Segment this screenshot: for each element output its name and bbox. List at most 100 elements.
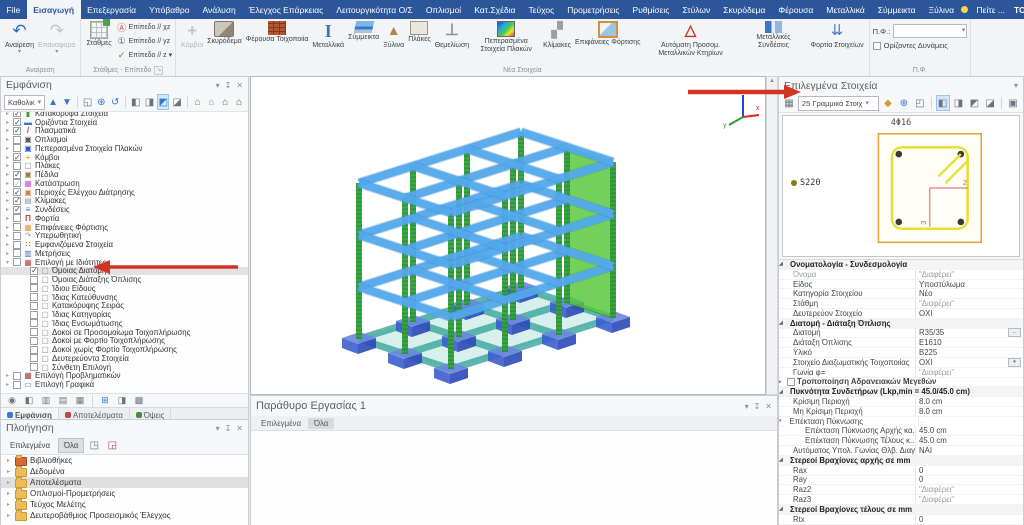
expander-icon[interactable]: ▸ <box>4 145 11 152</box>
panel-menu-icon[interactable]: ▾ <box>216 81 220 90</box>
collapse-icon[interactable]: ◢ <box>779 389 787 395</box>
expander-icon[interactable]: ▸ <box>4 215 11 222</box>
work-tab-Επιλεγμένα[interactable]: Επιλεγμένα <box>255 418 307 429</box>
visibility-checkbox[interactable] <box>30 354 38 362</box>
visibility-checkbox[interactable] <box>13 127 21 135</box>
visibility-checkbox[interactable] <box>30 276 38 284</box>
menu-tab-Σύμμεικτα[interactable]: Σύμμεικτα <box>871 0 922 19</box>
property-value[interactable]: 45.0 cm <box>915 426 1023 435</box>
model-green-icon[interactable]: ⌂ <box>192 94 204 110</box>
work-tab-Όλα[interactable]: Όλα <box>308 418 334 429</box>
visibility-checkbox[interactable] <box>13 223 21 231</box>
menu-tab-Τεύχος[interactable]: Τεύχος <box>522 0 561 19</box>
tree-item[interactable]: ▸Φορτία <box>1 214 248 223</box>
tree-item[interactable]: Δοκοί με Φορτίο Τοιχοπλήρωσης <box>1 337 248 346</box>
tree-item[interactable]: Ίδιας Ενσωμάτωσης <box>1 319 248 328</box>
visibility-checkbox[interactable] <box>13 214 21 222</box>
property-row[interactable]: Δευτερεύον ΣτοιχείοΟΧΙ <box>779 309 1023 319</box>
visibility-checkbox[interactable] <box>13 381 21 389</box>
property-value[interactable]: Νέο <box>915 289 1023 298</box>
close-icon[interactable]: ✕ <box>765 402 772 411</box>
fit-icon[interactable]: ⊞ <box>98 394 112 408</box>
property-row[interactable]: Rtx0 <box>779 515 1023 525</box>
expander-icon[interactable]: ▸ <box>4 127 11 134</box>
visibility-checkbox[interactable] <box>13 232 21 240</box>
menu-tab-Ξύλινα[interactable]: Ξύλινα <box>922 0 960 19</box>
tree-item[interactable]: ▸Πλασματικά <box>1 127 248 136</box>
visibility-checkbox[interactable] <box>13 372 21 380</box>
model-viewport[interactable]: xy <box>250 76 766 395</box>
expander-icon[interactable]: ▸ <box>4 171 11 178</box>
property-value[interactable]: 0 <box>915 466 1023 475</box>
tree-item[interactable]: ▸Πλάκες <box>1 162 248 171</box>
expander-icon[interactable]: ▸ <box>4 250 11 257</box>
tree-item[interactable]: ▸Συνδέσεις <box>1 205 248 214</box>
dialog-launcher-icon[interactable]: ↘ <box>154 66 163 75</box>
property-value[interactable]: 45.0 cm/45.0 cm <box>918 417 922 426</box>
visibility-checkbox[interactable] <box>13 118 21 126</box>
expander-icon[interactable]: ▸ <box>4 180 11 187</box>
panel-menu-icon[interactable]: ▾ <box>1014 81 1018 90</box>
tree-item[interactable]: ▸Οπλισμοί <box>1 135 248 144</box>
tree-item[interactable]: Ίδιας Κατεύθυνσης <box>1 293 248 302</box>
view-top-icon[interactable]: ◨ <box>952 95 966 111</box>
menu-tab-Σκυρόδεμα[interactable]: Σκυρόδεμα <box>717 0 772 19</box>
property-value[interactable]: 8.0 cm <box>915 397 1023 406</box>
visibility-checkbox[interactable] <box>30 346 38 354</box>
ribbon-button-slabs[interactable]: Πλάκες <box>406 20 433 44</box>
property-row[interactable]: Ray0 <box>779 476 1023 486</box>
visibility-checkbox[interactable] <box>13 241 21 249</box>
nav-item[interactable]: ▸Τεύχος Μελέτης <box>1 499 248 510</box>
window-icon[interactable]: ▤ <box>56 394 70 408</box>
tree-item[interactable]: Όμοιας Διατομής <box>1 267 248 276</box>
panel-menu-icon[interactable]: ▾ <box>745 402 749 411</box>
property-section-row[interactable]: ◢Στερεοί Βραχίονες τέλους σε mm <box>779 505 1023 515</box>
expander-icon[interactable]: ▸ <box>4 206 11 213</box>
property-row[interactable]: Επέκταση Πύκνωσης Τέλους κ...45.0 cm <box>779 436 1023 446</box>
property-row[interactable]: Στάθμη"Διαφέρει" <box>779 299 1023 309</box>
tree-item[interactable]: ▸Επιλογή Προβληματικών <box>1 372 248 381</box>
chevron-down-icon[interactable]: ▾ <box>55 50 58 55</box>
tree-item[interactable]: Κατακόρυφης Σειράς <box>1 302 248 311</box>
menu-tab-Ρυθμίσεις[interactable]: Ρυθμίσεις <box>626 0 676 19</box>
expander-icon[interactable]: ▸ <box>4 154 11 161</box>
zoom-extents-icon[interactable]: ⊕ <box>897 95 911 111</box>
view-iso-icon[interactable]: ◩ <box>967 95 981 111</box>
ribbon-button-autosteel[interactable]: Αυτόματη Προσομ. Μεταλλικών Κτηρίων <box>643 20 739 58</box>
expander-icon[interactable]: ▸ <box>4 224 11 231</box>
tree-item[interactable]: ▸Επιφάνειες Φόρτισης <box>1 223 248 232</box>
expander-icon[interactable]: ▸ <box>5 479 12 486</box>
pin-icon[interactable]: ↧ <box>754 402 761 411</box>
property-value[interactable]: "Διαφέρει" <box>915 270 1023 279</box>
copy-icon[interactable]: ▣ <box>1006 95 1020 111</box>
ribbon-button-steel[interactable]: Μεταλλικά <box>310 20 346 50</box>
close-icon[interactable]: ✕ <box>236 81 243 90</box>
visibility-checkbox[interactable] <box>30 363 38 371</box>
visibility-checkbox[interactable] <box>30 337 38 345</box>
nav-item[interactable]: ▸Οπλισμοί-Προμετρήσεις <box>1 488 248 499</box>
tree-item[interactable]: ▸Υπερωθητική <box>1 232 248 241</box>
expander-icon[interactable]: ▸ <box>779 379 787 385</box>
property-section-row[interactable]: ◢Πυκνότητα Συνδετήρων (Lkp,min = 45.0/45… <box>779 387 1023 397</box>
property-row[interactable]: Μη Κρίσιμη Περιοχή8.0 cm <box>779 407 1023 417</box>
pin-icon[interactable]: ↧ <box>225 424 232 433</box>
ribbon-button-loadarea[interactable]: Επιφάνειες Φόρτισης <box>573 20 643 47</box>
ribbon-small-plane-1[interactable]: ①Επίπεδο // yz <box>117 34 173 48</box>
view-top-icon[interactable]: ◨ <box>144 94 156 110</box>
view-3d-icon[interactable]: ◩ <box>157 94 169 110</box>
tree-item[interactable]: Σύνθετη Επιλογή <box>1 363 248 372</box>
property-section-row[interactable]: ◢Ονοματολογία - Συνδεσμολογία <box>779 260 1023 270</box>
property-value[interactable]: ΟΧΙ▾ <box>915 358 1023 367</box>
ribbon-button-composite[interactable]: Σύμμεικτα <box>346 20 381 42</box>
ribbon-small-plane-a[interactable]: ⒶΕπίπεδο // χz <box>117 20 173 34</box>
expander-icon[interactable]: ▸ <box>4 381 11 388</box>
collapse-icon[interactable]: ◢ <box>779 261 787 267</box>
tree-item[interactable]: Δοκοί χωρίς Φορτίο Τοιχοπλήρωσης <box>1 345 248 354</box>
expander-icon[interactable]: ▸ <box>5 501 12 508</box>
visibility-checkbox[interactable] <box>13 179 21 187</box>
tree-item[interactable]: ▸Οριζόντια Στοιχεία <box>1 118 248 127</box>
property-value[interactable]: ΟΧΙ <box>915 309 1023 318</box>
menu-tab-Λειτουργικότητα Ο/Σ[interactable]: Λειτουργικότητα Ο/Σ <box>330 0 420 19</box>
expander-icon[interactable]: ▸ <box>4 136 11 143</box>
panel-menu-icon[interactable]: ▾ <box>216 424 220 433</box>
